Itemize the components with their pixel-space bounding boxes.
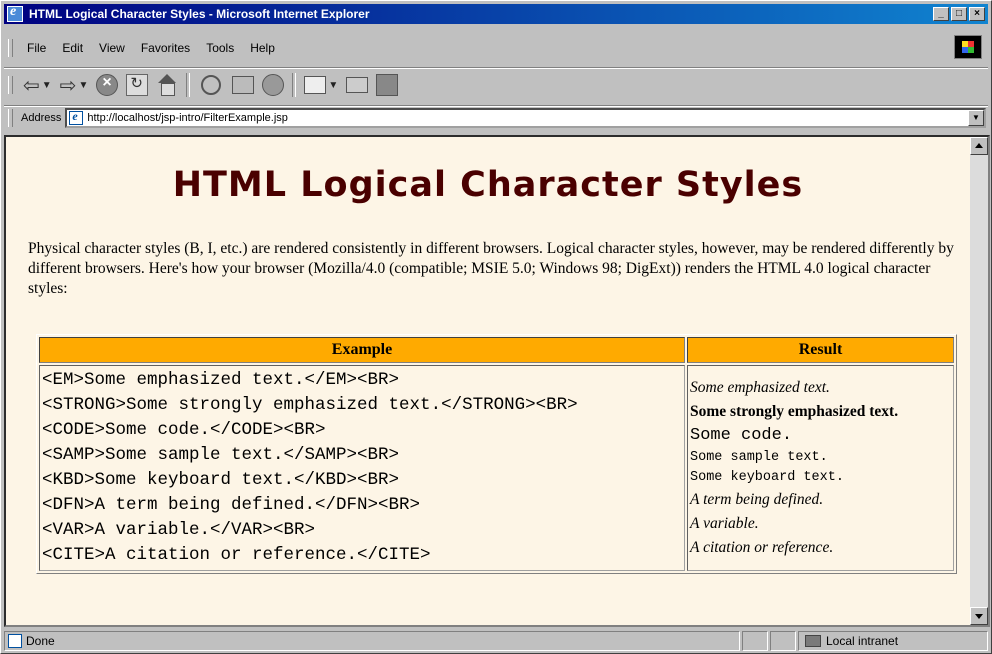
header-example: Example: [39, 337, 685, 363]
address-dropdown-button[interactable]: ▼: [968, 110, 984, 126]
windows-logo-icon: [954, 35, 982, 59]
menu-bar: File Edit View Favorites Tools Help: [4, 35, 988, 59]
search-icon: [201, 75, 222, 95]
address-input[interactable]: http://localhost/jsp-intro/FilterExample…: [65, 108, 986, 128]
scroll-down-button[interactable]: [970, 607, 988, 625]
history-button[interactable]: [258, 71, 288, 99]
result-em: Some emphasized text.: [690, 379, 830, 396]
favorites-button[interactable]: [228, 71, 258, 99]
close-button[interactable]: ×: [969, 7, 985, 21]
table-row: <EM>Some emphasized text.</EM><BR> <STRON…: [39, 365, 954, 571]
browser-window: HTML Logical Character Styles - Microsof…: [0, 0, 992, 654]
example-cell: <EM>Some emphasized text.</EM><BR> <STRON…: [39, 365, 685, 571]
menu-file[interactable]: File: [19, 41, 54, 55]
table-header-row: Example Result: [39, 337, 954, 363]
mail-button[interactable]: ▼: [300, 71, 342, 99]
result-var: A variable.: [690, 515, 759, 532]
search-button[interactable]: [194, 71, 228, 99]
ie-logo-icon: [7, 4, 23, 22]
back-arrow-icon: ⇦: [23, 74, 40, 97]
menu-edit[interactable]: Edit: [54, 41, 91, 55]
intro-paragraph: Physical character styles (B, I, etc.) a…: [28, 240, 954, 297]
result-strong: Some strongly emphasized text.: [690, 403, 899, 420]
security-zone-panel: Local intranet: [798, 631, 988, 651]
page-viewport: HTML Logical Character Styles Physical c…: [4, 135, 990, 627]
history-icon: [262, 74, 285, 96]
home-button[interactable]: [152, 71, 182, 99]
result-cell: Some emphasized text. Some strongly emph…: [687, 365, 954, 571]
stop-button[interactable]: [92, 71, 122, 99]
chevron-down-icon[interactable]: ▼: [42, 80, 52, 91]
example-line: <STRONG>Some strongly emphasized text.</…: [42, 395, 578, 415]
example-line: <KBD>Some keyboard text.</KBD><BR>: [42, 470, 400, 490]
page-icon: [8, 634, 22, 648]
toolbar-grip[interactable]: [8, 76, 13, 94]
menu-favorites[interactable]: Favorites: [133, 41, 198, 55]
example-line: <SAMP>Some sample text.</SAMP><BR>: [42, 445, 400, 465]
result-cite: A citation or reference.: [690, 539, 834, 556]
address-label: Address: [21, 112, 62, 124]
page-content: HTML Logical Character Styles Physical c…: [6, 137, 970, 625]
result-dfn: A term being defined.: [690, 491, 824, 508]
forward-arrow-icon: ⇨: [59, 74, 77, 97]
status-panel: [742, 631, 768, 651]
mail-icon: [304, 76, 327, 94]
result-kbd: Some keyboard text.: [690, 470, 844, 485]
address-bar: Address http://localhost/jsp-intro/Filte…: [4, 105, 988, 130]
edit-icon: [376, 74, 399, 96]
window-title: HTML Logical Character Styles - Microsof…: [29, 7, 370, 21]
zone-text: Local intranet: [826, 634, 899, 648]
chevron-down-icon[interactable]: ▼: [328, 80, 338, 91]
print-button[interactable]: [342, 71, 372, 99]
menu-help[interactable]: Help: [242, 41, 283, 55]
chevron-down-icon[interactable]: ▼: [78, 80, 88, 91]
address-grip[interactable]: [8, 109, 13, 127]
toolbar-separator: [186, 73, 191, 97]
result-samp: Some sample text.: [690, 450, 828, 465]
menu-view[interactable]: View: [91, 41, 133, 55]
title-bar: HTML Logical Character Styles - Microsof…: [4, 4, 988, 24]
stop-icon: [96, 74, 119, 96]
address-url[interactable]: http://localhost/jsp-intro/FilterExample…: [87, 112, 968, 124]
status-text: Done: [26, 634, 55, 648]
refresh-icon: [126, 74, 149, 96]
maximize-button[interactable]: □: [951, 7, 967, 21]
standard-toolbar: ⇦▼ ⇨▼ ▼: [4, 67, 988, 102]
refresh-button[interactable]: [122, 71, 152, 99]
toolbar-separator: [292, 73, 297, 97]
result-code: Some code.: [690, 426, 793, 445]
print-icon: [346, 77, 369, 93]
menu-grip[interactable]: [8, 39, 13, 57]
styles-table: Example Result <EM>Some emphasized text.…: [36, 334, 957, 574]
scroll-up-button[interactable]: [970, 137, 988, 155]
menu-tools[interactable]: Tools: [198, 41, 242, 55]
status-panel: [770, 631, 796, 651]
edit-button[interactable]: [372, 71, 402, 99]
forward-button[interactable]: ⇨ ▼: [56, 71, 93, 99]
page-icon: [69, 109, 84, 125]
example-line: <CITE>A citation or reference.</CITE>: [42, 545, 431, 565]
vertical-scrollbar[interactable]: [970, 137, 988, 625]
back-button[interactable]: ⇦ ▼: [19, 71, 56, 99]
page-heading: HTML Logical Character Styles: [172, 165, 804, 205]
example-line: <EM>Some emphasized text.</EM><BR>: [42, 370, 400, 390]
header-result: Result: [687, 337, 954, 363]
status-bar: Done Local intranet: [4, 630, 988, 652]
window-controls: _ □ ×: [931, 7, 985, 21]
status-main-panel: Done: [4, 631, 740, 651]
favorites-icon: [232, 76, 255, 94]
example-line: <DFN>A term being defined.</DFN><BR>: [42, 495, 421, 515]
example-line: <VAR>A variable.</VAR><BR>: [42, 520, 316, 540]
minimize-button[interactable]: _: [933, 7, 949, 21]
example-line: <CODE>Some code.</CODE><BR>: [42, 420, 326, 440]
intranet-zone-icon: [805, 635, 821, 647]
home-icon: [156, 74, 178, 96]
